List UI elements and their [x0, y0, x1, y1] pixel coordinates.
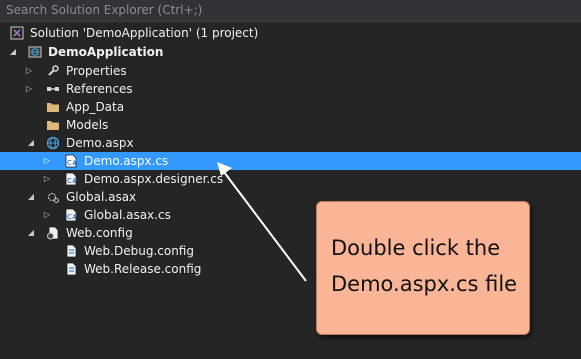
tree-row-properties[interactable]: ▷ Properties — [0, 62, 581, 80]
solution-label: Solution 'DemoApplication' (1 project) — [30, 26, 259, 40]
tree-row-project[interactable]: ◢ DemoApplication — [0, 43, 581, 61]
svg-text:C#: C# — [67, 177, 78, 185]
callout-text: Double click the Demo.aspx.cs file — [331, 236, 518, 296]
global-asax-icon — [46, 190, 60, 204]
app-data-label: App_Data — [66, 100, 125, 114]
config-file-icon — [46, 226, 60, 240]
collapse-arrow-icon[interactable]: ◢ — [26, 134, 36, 152]
tree-row-demo-aspx-cs[interactable]: ▷ C# Demo.aspx.cs — [0, 152, 581, 170]
web-project-icon — [28, 45, 42, 59]
tree-row-solution[interactable]: Solution 'DemoApplication' (1 project) — [0, 24, 581, 42]
references-label: References — [66, 82, 133, 96]
properties-label: Properties — [66, 64, 127, 78]
collapse-arrow-icon[interactable]: ◢ — [26, 224, 36, 242]
solution-icon — [10, 26, 24, 40]
svg-text:C#: C# — [67, 213, 78, 221]
csharp-file-icon: C# — [64, 208, 78, 222]
csharp-file-icon: C# — [64, 154, 78, 168]
tree-row-references[interactable]: ▷ References — [0, 80, 581, 98]
expand-arrow-icon[interactable]: ▷ — [24, 62, 34, 80]
expand-arrow-icon[interactable]: ▷ — [42, 152, 52, 170]
web-form-icon — [46, 136, 60, 150]
global-asax-label: Global.asax — [66, 190, 137, 204]
config-file-icon — [64, 244, 78, 258]
web-config-label: Web.config — [66, 226, 133, 240]
expand-arrow-icon[interactable]: ▷ — [42, 170, 52, 188]
tree-row-app-data[interactable]: App_Data — [0, 98, 581, 116]
web-release-label: Web.Release.config — [84, 262, 202, 276]
search-placeholder[interactable]: Search Solution Explorer (Ctrl+;) — [6, 3, 202, 17]
svg-text:C#: C# — [67, 159, 78, 167]
folder-icon — [46, 118, 60, 132]
tree-row-demo-designer[interactable]: ▷ C# Demo.aspx.designer.cs — [0, 170, 581, 188]
references-icon — [46, 82, 60, 96]
demo-aspx-cs-label: Demo.aspx.cs — [84, 154, 169, 168]
web-debug-label: Web.Debug.config — [84, 244, 194, 258]
expand-arrow-icon[interactable]: ▷ — [42, 206, 52, 224]
project-label: DemoApplication — [48, 45, 164, 59]
global-asax-cs-label: Global.asax.cs — [84, 208, 171, 222]
collapse-arrow-icon[interactable]: ◢ — [8, 43, 18, 61]
collapse-arrow-icon[interactable]: ◢ — [26, 188, 36, 206]
csharp-file-icon: C# — [64, 172, 78, 186]
models-label: Models — [66, 118, 109, 132]
wrench-icon — [46, 64, 60, 78]
expand-arrow-icon[interactable]: ▷ — [24, 80, 34, 98]
callout-note: Double click the Demo.aspx.cs file — [316, 201, 530, 335]
search-bar[interactable]: Search Solution Explorer (Ctrl+;) — [0, 0, 581, 22]
demo-designer-label: Demo.aspx.designer.cs — [84, 172, 224, 186]
tree-row-demo-aspx[interactable]: ◢ Demo.aspx — [0, 134, 581, 152]
tree-row-models[interactable]: Models — [0, 116, 581, 134]
config-file-icon — [64, 262, 78, 276]
folder-icon — [46, 100, 60, 114]
demo-aspx-label: Demo.aspx — [66, 136, 134, 150]
